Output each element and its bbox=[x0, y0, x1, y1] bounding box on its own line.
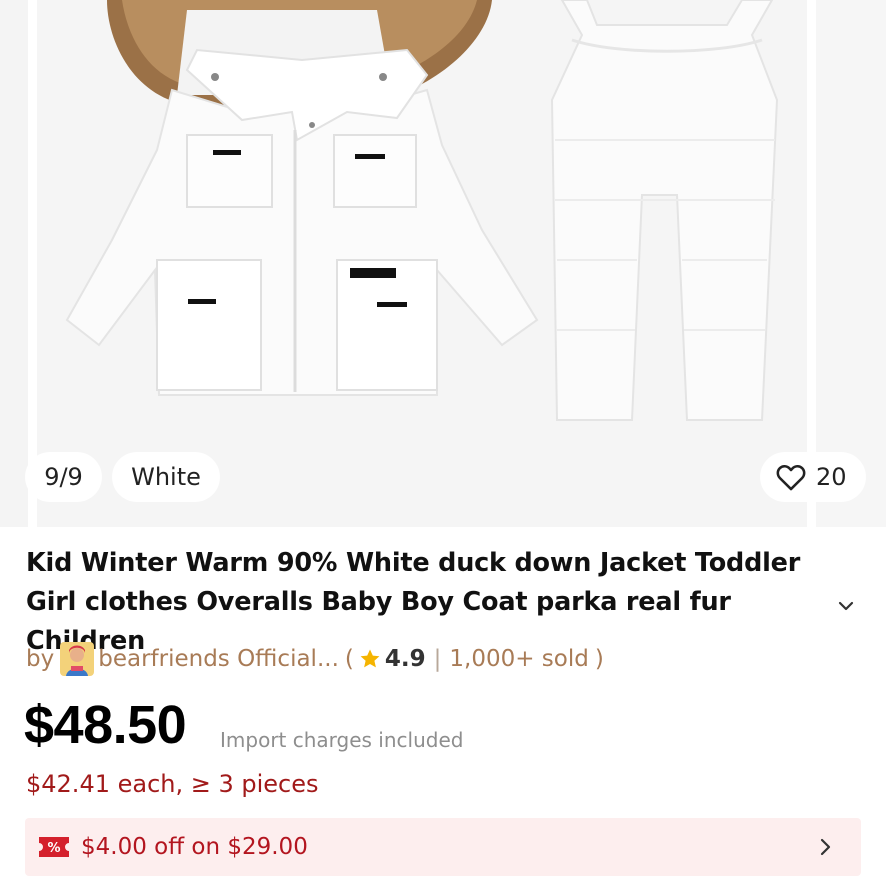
coupon-tag-icon: % bbox=[39, 837, 69, 857]
favorite-button[interactable]: 20 bbox=[760, 452, 866, 502]
current-price: $48.50 bbox=[24, 695, 187, 755]
store-avatar[interactable] bbox=[60, 642, 95, 676]
store-name[interactable]: bearfriends Official... bbox=[98, 646, 339, 672]
store-rating: 4.9 bbox=[384, 646, 426, 672]
bulk-price-offer: $42.41 each, ≥ 3 pieces bbox=[26, 770, 319, 798]
product-image-gallery[interactable]: 9/9 White 20 bbox=[0, 0, 886, 527]
next-slide-peek bbox=[816, 0, 886, 527]
image-counter: 9/9 bbox=[25, 452, 102, 502]
previous-slide-peek bbox=[0, 0, 28, 527]
open-paren: ( bbox=[344, 646, 354, 672]
store-info-row[interactable]: by bearfriends Official... ( 4.9 | 1,000… bbox=[26, 642, 604, 676]
chevron-down-icon[interactable] bbox=[834, 594, 858, 618]
coupon-text: $4.00 off on $29.00 bbox=[81, 834, 308, 860]
jacket-and-overalls-illustration bbox=[65, 0, 779, 421]
separator: | bbox=[433, 646, 442, 672]
chevron-right-icon[interactable] bbox=[813, 835, 837, 859]
selected-color-tag[interactable]: White bbox=[112, 452, 220, 502]
by-label: by bbox=[26, 646, 55, 672]
favorite-count: 20 bbox=[816, 463, 847, 491]
coupon-banner[interactable]: % $4.00 off on $29.00 bbox=[25, 818, 861, 876]
star-icon bbox=[360, 649, 380, 668]
sold-count: 1,000+ sold bbox=[449, 646, 589, 672]
close-paren: ) bbox=[594, 646, 604, 672]
product-image[interactable] bbox=[37, 0, 807, 527]
heart-outline-icon bbox=[776, 464, 806, 491]
import-charges-note: Import charges included bbox=[220, 728, 464, 752]
coupon-badge-text: % bbox=[47, 841, 60, 856]
